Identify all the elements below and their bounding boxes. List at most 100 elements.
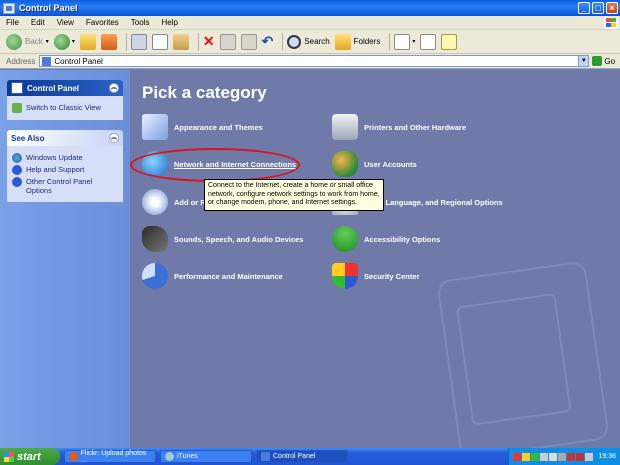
other-options-label: Other Control Panel Options <box>26 177 93 195</box>
checklist-button[interactable] <box>420 32 437 52</box>
edit-notes-button[interactable] <box>441 32 458 52</box>
toolbar-separator <box>389 32 391 51</box>
appearance-icon <box>142 114 168 140</box>
search-label: Search <box>304 37 330 46</box>
paste-icon <box>172 33 189 50</box>
tray-app-icon[interactable] <box>531 452 540 461</box>
category-label: User Accounts <box>364 159 417 169</box>
delete-button[interactable]: ✕ <box>203 32 215 52</box>
up-folder-button[interactable] <box>79 32 96 52</box>
taskbar-control-panel[interactable]: Control Panel <box>256 450 348 463</box>
cut-button[interactable] <box>130 32 147 52</box>
watermark-graphic <box>436 260 610 448</box>
copy-to-button[interactable] <box>240 32 257 52</box>
collapse-icon[interactable]: ︽ <box>109 83 119 93</box>
views-button[interactable]: ▾ <box>394 32 415 52</box>
menu-file[interactable]: File <box>0 18 25 27</box>
category-label: Sounds, Speech, and Audio Devices <box>174 234 304 244</box>
chevron-down-icon[interactable]: ▼ <box>578 56 589 66</box>
tray-app-icon[interactable] <box>576 452 585 461</box>
tray-app-icon[interactable] <box>567 452 576 461</box>
up-folder-icon <box>79 33 96 50</box>
users-icon <box>332 151 358 177</box>
taskbar-label: Flickr: Upload photos ... <box>80 449 147 464</box>
menu-tools[interactable]: Tools <box>125 18 156 27</box>
close-button[interactable]: × <box>606 2 618 14</box>
windows-update-link[interactable]: Windows Update <box>12 153 118 163</box>
category-performance-maintenance[interactable]: Performance and Maintenance <box>142 263 283 289</box>
category-printers-hardware[interactable]: Printers and Other Hardware <box>332 114 466 140</box>
address-input[interactable]: Control Panel ▼ <box>39 55 590 67</box>
collapse-icon[interactable]: ︽ <box>109 133 119 143</box>
home-button[interactable] <box>100 32 117 52</box>
tray-app-icon[interactable] <box>540 452 549 461</box>
control-panel-icon <box>261 452 270 461</box>
control-panel-icon <box>11 82 23 94</box>
paste-button[interactable] <box>172 32 189 52</box>
copy-icon <box>151 33 168 50</box>
volume-icon[interactable] <box>585 452 594 461</box>
control-panel-box: Control Panel ︽ Switch to Classic View <box>7 80 123 120</box>
chevron-down-icon: ▾ <box>45 39 49 45</box>
go-arrow-icon <box>592 56 603 66</box>
network-icon[interactable] <box>549 452 558 461</box>
maximize-button[interactable]: □ <box>592 2 604 14</box>
category-accessibility[interactable]: Accessibility Options <box>332 226 440 252</box>
category-security-center[interactable]: Security Center <box>332 263 419 289</box>
taskbar-label: Control Panel <box>273 453 316 460</box>
taskbar-flickr[interactable]: Flickr: Upload photos ... <box>64 449 156 464</box>
taskbar: start Flickr: Upload photos ... iTunes C… <box>0 448 620 465</box>
tray-app-icon[interactable] <box>522 452 531 461</box>
menu-favorites[interactable]: Favorites <box>80 18 125 27</box>
left-task-pane: Control Panel ︽ Switch to Classic View S… <box>0 70 130 448</box>
go-label: Go <box>604 56 616 66</box>
home-icon <box>100 33 117 50</box>
system-tray: 19:36 <box>508 448 620 465</box>
page-title: Pick a category <box>142 83 267 102</box>
switch-classic-view-link[interactable]: Switch to Classic View <box>12 103 118 113</box>
category-user-accounts[interactable]: User Accounts <box>332 151 417 177</box>
clock[interactable]: 19:36 <box>598 453 616 460</box>
category-label: Performance and Maintenance <box>174 271 283 281</box>
category-label: Time, Language, and Regional Options <box>364 197 503 207</box>
category-add-remove-programs[interactable]: Add or R <box>142 189 206 215</box>
folders-label: Folders <box>353 37 381 46</box>
folders-icon <box>334 33 351 50</box>
chevron-down-icon: ▾ <box>71 39 75 45</box>
menu-edit[interactable]: Edit <box>25 18 51 27</box>
start-button[interactable]: start <box>0 448 60 465</box>
views-icon <box>394 33 411 50</box>
category-appearance-themes[interactable]: Appearance and Themes <box>142 114 263 140</box>
red-highlight-circle <box>130 148 300 182</box>
title-bar[interactable]: Control Panel _ □ × <box>0 0 620 16</box>
undo-button[interactable]: ↶ <box>262 32 274 52</box>
move-to-button[interactable] <box>219 32 236 52</box>
help-icon <box>12 165 22 175</box>
info-icon <box>12 177 22 187</box>
tray-app-icon[interactable] <box>513 452 522 461</box>
copy-button[interactable] <box>151 32 168 52</box>
undo-icon: ↶ <box>261 33 274 49</box>
see-also-header[interactable]: See Also ︽ <box>7 130 123 146</box>
menu-help[interactable]: Help <box>155 18 183 27</box>
see-also-box: See Also ︽ Windows Update Help and Suppo… <box>7 130 123 202</box>
menu-view[interactable]: View <box>51 18 80 27</box>
category-sounds-audio[interactable]: Sounds, Speech, and Audio Devices <box>142 226 303 252</box>
go-button[interactable]: Go <box>592 56 615 66</box>
search-button[interactable]: Search <box>287 32 330 52</box>
forward-arrow-icon <box>53 33 70 50</box>
tray-app-icon[interactable] <box>558 452 567 461</box>
other-options-link[interactable]: Other Control Panel Options <box>12 177 118 195</box>
forward-button[interactable]: ▾ <box>53 32 75 52</box>
address-bar: Address Control Panel ▼ Go <box>0 54 620 69</box>
back-button[interactable]: Back ▾ <box>6 32 49 52</box>
see-also-title: See Also <box>11 133 45 143</box>
folders-button[interactable]: Folders <box>334 32 381 52</box>
firefox-icon <box>69 452 78 461</box>
delete-x-icon: ✕ <box>202 33 215 49</box>
help-support-link[interactable]: Help and Support <box>12 165 118 175</box>
taskbar-itunes[interactable]: iTunes <box>160 450 252 463</box>
scissors-icon <box>130 33 147 50</box>
minimize-button[interactable]: _ <box>578 2 590 14</box>
control-panel-header[interactable]: Control Panel ︽ <box>7 80 123 96</box>
